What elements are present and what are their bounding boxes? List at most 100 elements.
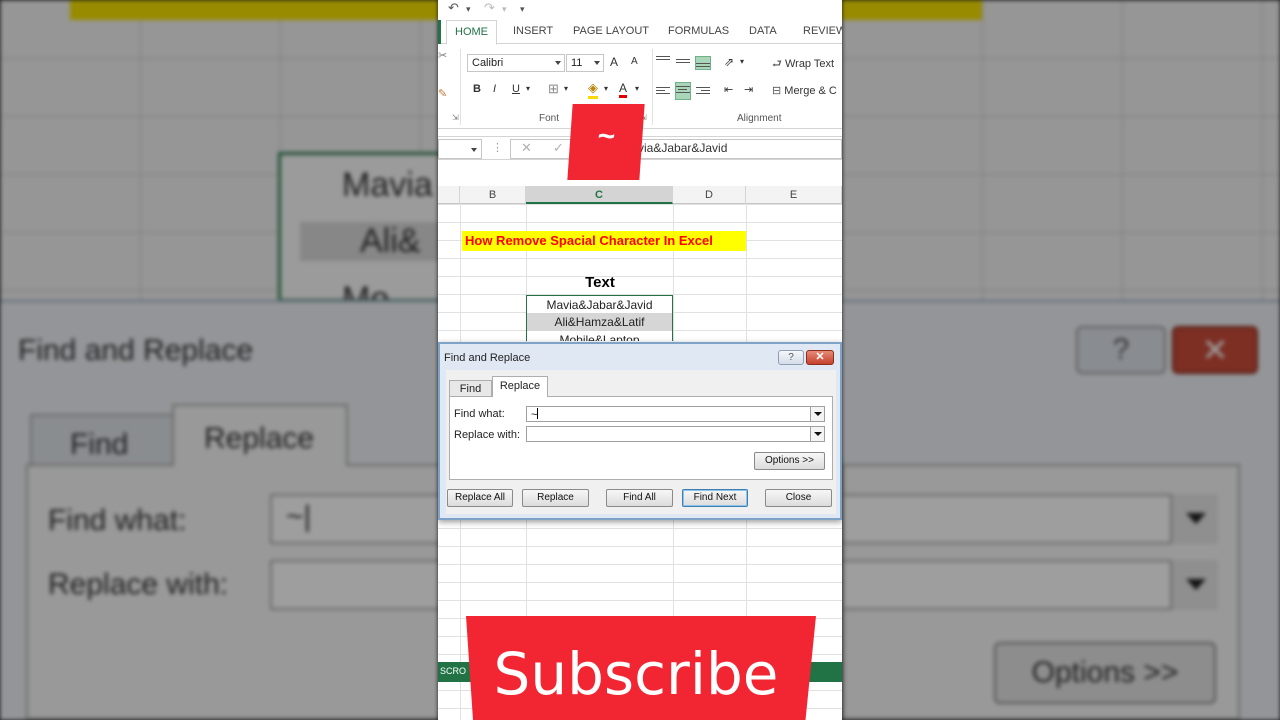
chevron-down-icon[interactable]: ▾ <box>466 4 471 15</box>
column-header-b[interactable]: B <box>460 186 526 204</box>
select-all-corner[interactable] <box>438 186 460 204</box>
chevron-down-icon[interactable]: ▾ <box>564 84 568 93</box>
chevron-down-icon[interactable]: ▾ <box>604 84 608 93</box>
replace-with-input[interactable] <box>526 426 825 442</box>
backdrop-help-button: ? <box>1076 326 1166 374</box>
chevron-down-icon <box>471 148 477 152</box>
font-size-select[interactable]: 11 <box>566 54 604 72</box>
formula-content[interactable]: via&Jabar&Javid <box>638 141 727 155</box>
backdrop-find-value: ~ <box>286 500 304 533</box>
dialog-body: Find Replace Find what: ~ Replace with: … <box>446 370 836 514</box>
orientation-icon[interactable]: ⇗ <box>724 55 734 69</box>
redo-icon[interactable]: ↷ <box>484 0 495 16</box>
align-right-icon[interactable] <box>696 85 710 97</box>
chevron-down-icon[interactable]: ▾ <box>502 4 507 15</box>
backdrop-find-field: ~| <box>270 494 438 544</box>
merge-center-label: Merge & C <box>784 85 837 97</box>
text-header-cell[interactable]: Text <box>526 274 674 291</box>
dialog-launcher-icon[interactable]: ⇲ <box>452 113 459 122</box>
replace-button[interactable]: Replace <box>522 489 589 507</box>
increase-indent-icon[interactable]: ⇥ <box>744 83 753 96</box>
format-painter-icon[interactable]: ✎ <box>438 87 447 100</box>
wrap-text-button[interactable]: ⮐ Wrap Text <box>772 55 834 74</box>
find-replace-dialog: Find and Replace ? ✕ Find Replace Find w… <box>438 342 842 520</box>
backdrop-title-bar <box>70 0 438 20</box>
fill-color-icon[interactable]: ◈ <box>588 80 598 99</box>
find-what-input[interactable]: ~ <box>526 406 825 422</box>
backdrop-replace-label: Replace with: <box>48 568 229 601</box>
replace-all-button[interactable]: Replace All <box>447 489 513 507</box>
column-header-e[interactable]: E <box>746 186 842 204</box>
merge-icon: ⊟ <box>772 85 782 97</box>
backdrop-tab-find: Find <box>30 414 175 466</box>
formula-bar-grip: ⋮ <box>492 142 503 154</box>
backdrop-chevron-down-icon <box>1170 560 1218 610</box>
backdrop-options-button: Options >> <box>994 642 1216 704</box>
borders-icon[interactable]: ⊞ <box>548 81 559 97</box>
alignment-group-label: Alignment <box>737 113 782 124</box>
table-row[interactable]: Mobile&Laptop <box>526 331 673 341</box>
column-header-d[interactable]: D <box>673 186 746 204</box>
enter-formula-icon[interactable]: ✓ <box>553 140 564 156</box>
backdrop-dialog-title: Find and Replace <box>18 334 254 367</box>
backdrop-tab-replace: Replace <box>172 404 348 466</box>
chevron-down-icon[interactable] <box>810 407 824 421</box>
merge-center-button[interactable]: ⊟ Merge & C <box>772 84 837 97</box>
sheet-title-cell[interactable]: How Remove Spacial Character In Excel <box>462 231 746 251</box>
table-row[interactable]: Mavia&Jabar&Javid <box>526 295 673 313</box>
wrap-text-icon: ⮐ <box>772 58 782 70</box>
dialog-close-icon[interactable]: ✕ <box>806 350 834 365</box>
backstage-edge <box>438 20 441 44</box>
replace-with-label: Replace with: <box>454 429 521 441</box>
bold-button[interactable]: B <box>473 83 481 95</box>
find-all-button[interactable]: Find All <box>606 489 673 507</box>
tab-data[interactable]: DATA <box>749 25 777 37</box>
cancel-formula-icon[interactable]: ✕ <box>521 140 532 156</box>
chevron-down-icon[interactable] <box>810 427 824 441</box>
subscribe-text: Subscribe <box>493 640 779 708</box>
font-size-value: 11 <box>571 57 583 69</box>
backdrop-chevron-down-icon <box>1170 494 1218 544</box>
help-button[interactable]: ? <box>778 350 804 365</box>
tab-find[interactable]: Find <box>449 380 492 396</box>
backdrop-cell-text: Ali& <box>300 222 438 261</box>
tab-page-layout[interactable]: PAGE LAYOUT <box>573 25 649 37</box>
chevron-down-icon[interactable]: ▾ <box>740 57 744 66</box>
font-name-value: Calibri <box>472 57 504 69</box>
underline-button[interactable]: U <box>512 83 520 95</box>
close-button[interactable]: Close <box>765 489 832 507</box>
cut-icon[interactable]: ✂ <box>438 49 447 62</box>
find-next-button[interactable]: Find Next <box>682 489 748 507</box>
column-header-c[interactable]: C <box>526 186 673 204</box>
group-separator <box>652 49 653 125</box>
font-name-select[interactable]: Calibri <box>467 54 565 72</box>
tab-home[interactable]: HOME <box>446 20 497 45</box>
decrease-indent-icon[interactable]: ⇤ <box>724 83 733 96</box>
align-bottom-icon[interactable] <box>695 56 711 70</box>
blurred-backdrop-right: ? ✕ Options >> <box>842 0 1280 720</box>
tab-review[interactable]: REVIEW <box>803 25 842 37</box>
chevron-down-icon <box>555 61 561 65</box>
tilde-overlay-badge: ~ <box>567 104 645 180</box>
align-left-icon[interactable] <box>656 85 670 97</box>
subscribe-banner[interactable]: Subscribe <box>466 616 816 720</box>
ribbon-tabs: HOME INSERT PAGE LAYOUT FORMULAS DATA RE… <box>438 20 842 45</box>
undo-icon[interactable]: ↶ <box>448 0 459 16</box>
italic-button[interactable]: I <box>493 83 496 95</box>
tab-insert[interactable]: INSERT <box>513 25 553 37</box>
name-box[interactable] <box>438 139 482 159</box>
column-headers: B C D E <box>438 186 842 204</box>
align-center-icon[interactable] <box>675 82 691 100</box>
customize-qat-icon[interactable]: ▾ <box>520 4 525 15</box>
shrink-font-button[interactable]: A <box>631 56 638 67</box>
chevron-down-icon[interactable]: ▾ <box>526 84 530 93</box>
tab-replace[interactable]: Replace <box>492 376 548 397</box>
options-button[interactable]: Options >> <box>754 452 825 470</box>
font-color-icon[interactable]: A <box>619 81 628 98</box>
align-top-icon[interactable] <box>656 54 670 66</box>
chevron-down-icon[interactable]: ▾ <box>635 84 639 93</box>
table-row[interactable]: Ali&Hamza&Latif <box>526 313 673 331</box>
align-middle-icon[interactable] <box>676 57 690 69</box>
tab-formulas[interactable]: FORMULAS <box>668 25 729 37</box>
grow-font-button[interactable]: A <box>610 55 618 69</box>
